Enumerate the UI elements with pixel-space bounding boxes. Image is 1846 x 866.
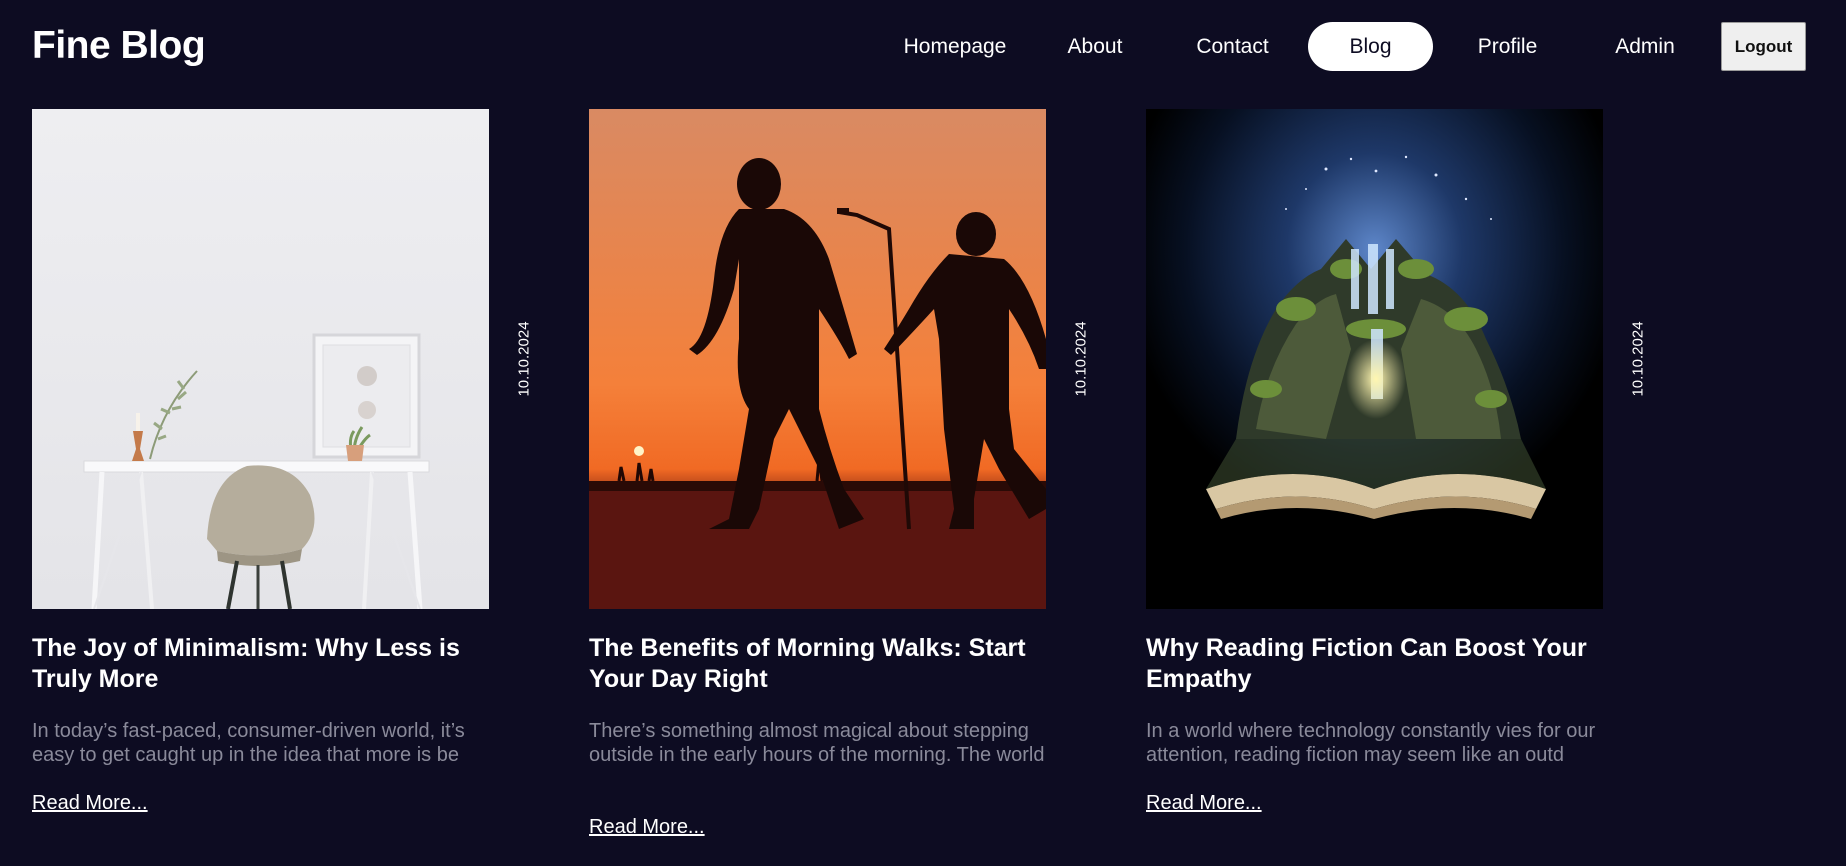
logout-button[interactable]: Logout: [1721, 22, 1806, 71]
nav-item-about[interactable]: About: [1045, 22, 1145, 71]
blog-post-card: 10.10.2024 The Benefits of Morning Walks…: [589, 109, 1109, 849]
nav-item-blog[interactable]: Blog: [1308, 22, 1433, 71]
post-title[interactable]: The Benefits of Morning Walks: Start You…: [589, 633, 1059, 695]
post-excerpt: There’s something almost magical about s…: [589, 720, 1045, 766]
main-nav: Homepage About Contact Blog Profile Admi…: [0, 0, 1846, 95]
read-more-link[interactable]: Read More...: [589, 816, 705, 839]
nav-item-admin[interactable]: Admin: [1600, 22, 1690, 71]
post-date: 10.10.2024: [515, 321, 533, 397]
read-more-link[interactable]: Read More...: [1146, 792, 1262, 815]
blog-post-card: 10.10.2024 Why Reading Fiction Can Boost…: [1146, 109, 1666, 849]
nav-item-profile[interactable]: Profile: [1460, 22, 1555, 71]
post-image-morning-walks[interactable]: [589, 109, 1046, 609]
post-date: 10.10.2024: [1072, 321, 1090, 397]
post-excerpt: In a world where technology constantly v…: [1146, 720, 1596, 766]
nav-item-homepage[interactable]: Homepage: [880, 22, 1030, 71]
post-title[interactable]: Why Reading Fiction Can Boost Your Empat…: [1146, 633, 1616, 695]
site-header: Fine Blog Homepage About Contact Blog Pr…: [0, 0, 1846, 95]
post-image-reading-fiction[interactable]: [1146, 109, 1603, 609]
post-image-minimalism[interactable]: [32, 109, 489, 609]
blog-post-card: 10.10.2024 The Joy of Minimalism: Why Le…: [32, 109, 552, 849]
post-excerpt: In today’s fast-paced, consumer-driven w…: [32, 720, 465, 766]
read-more-link[interactable]: Read More...: [32, 792, 148, 815]
nav-item-contact[interactable]: Contact: [1180, 22, 1285, 71]
post-title[interactable]: The Joy of Minimalism: Why Less is Truly…: [32, 633, 502, 695]
post-date: 10.10.2024: [1629, 321, 1647, 397]
